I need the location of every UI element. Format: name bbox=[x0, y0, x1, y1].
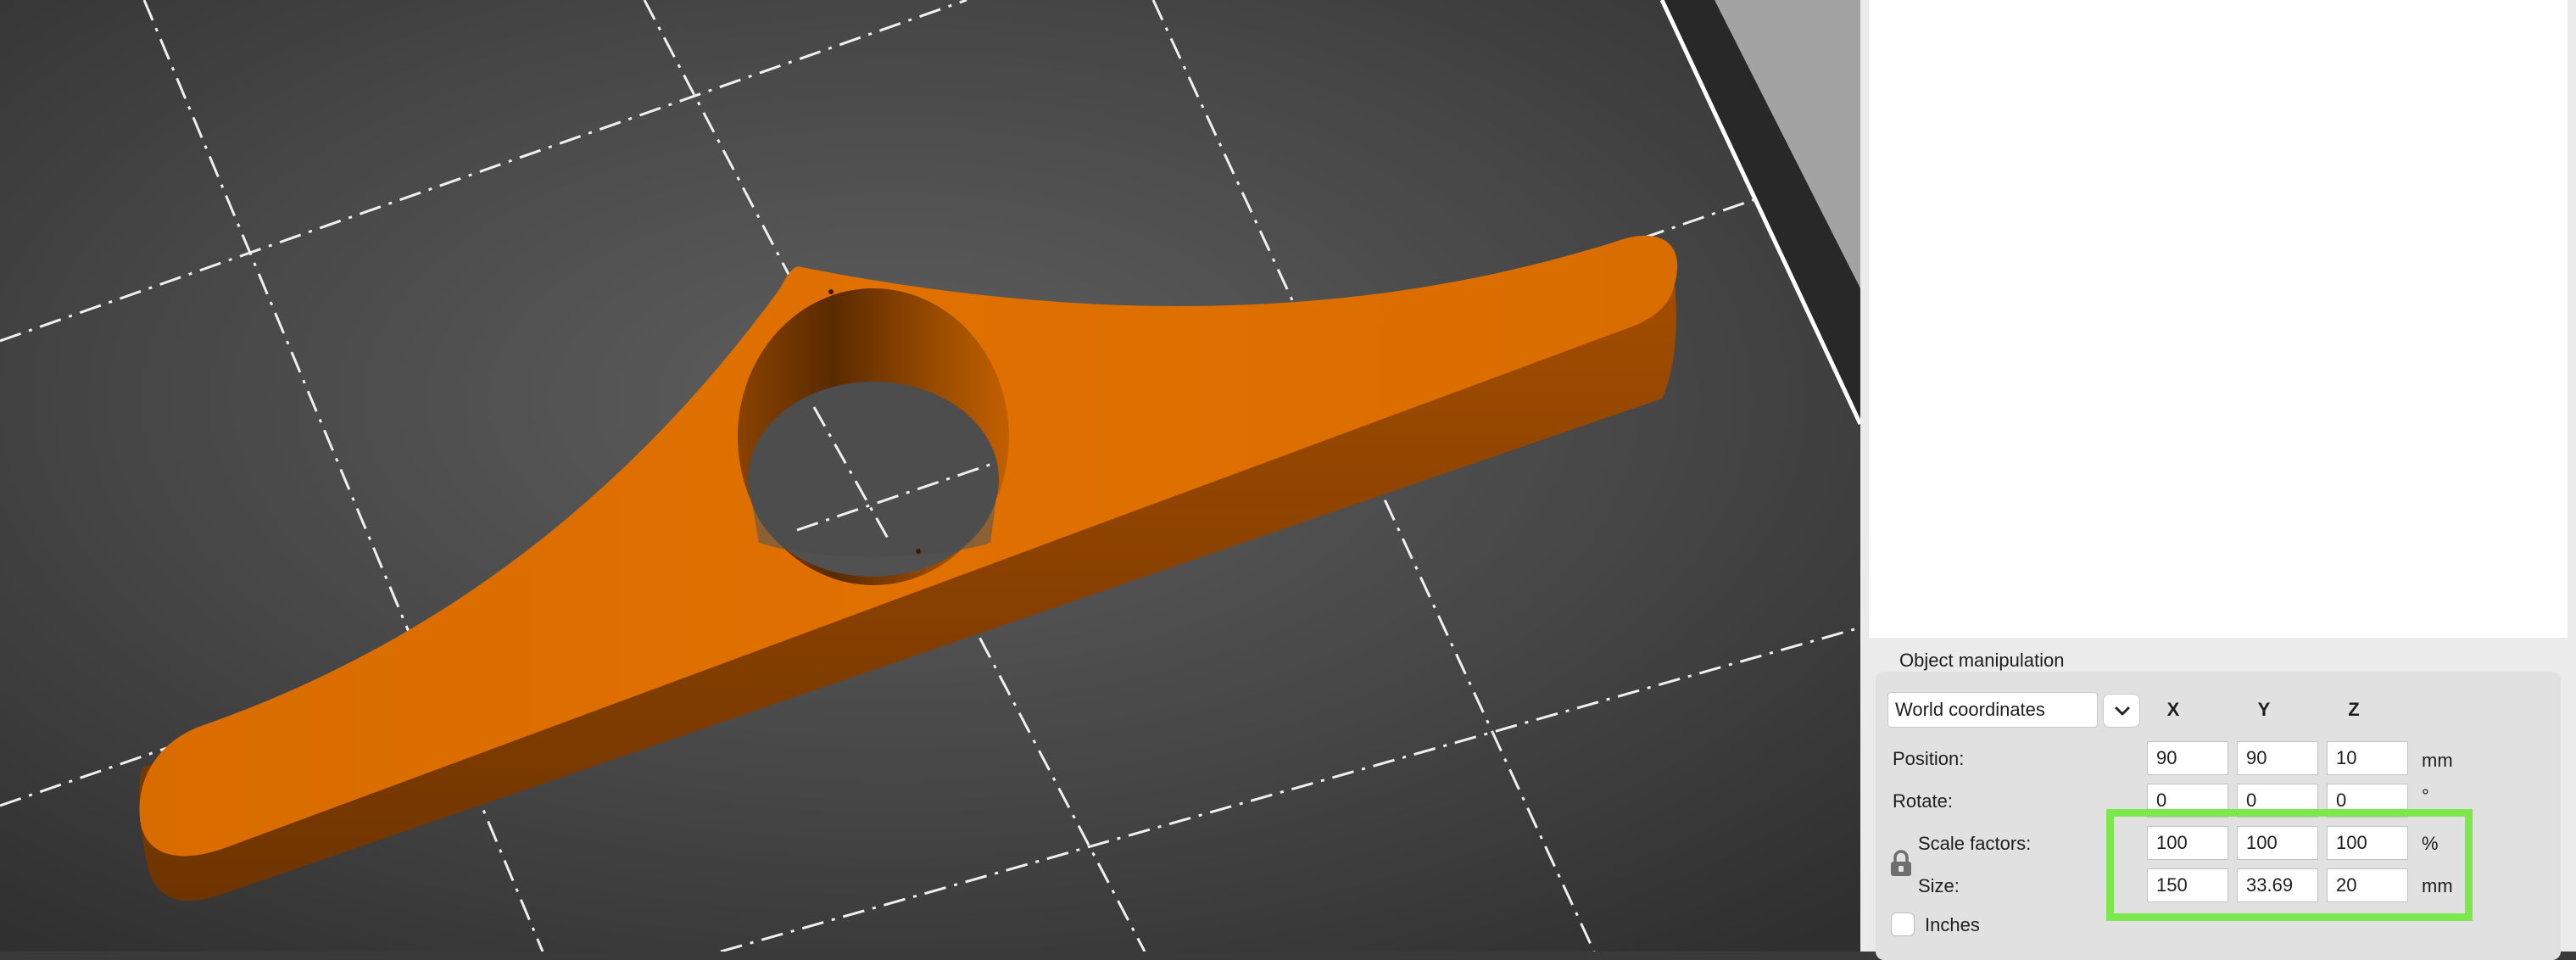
rotate-z-input[interactable] bbox=[2327, 784, 2408, 818]
seam-mark bbox=[916, 549, 921, 554]
size-z-input[interactable] bbox=[2327, 868, 2408, 902]
scale-x-input[interactable] bbox=[2147, 826, 2228, 860]
size-label: Size: bbox=[1918, 875, 1960, 896]
seam-mark bbox=[828, 289, 834, 294]
chevron-down-icon bbox=[2115, 706, 2130, 716]
lock-icon[interactable] bbox=[1889, 850, 1913, 877]
axis-label-z: Z bbox=[2348, 699, 2360, 720]
rotate-unit: ° bbox=[2422, 785, 2429, 807]
scale-factors-label: Scale factors: bbox=[1918, 833, 2032, 854]
position-unit: mm bbox=[2422, 750, 2453, 771]
size-y-input[interactable] bbox=[2237, 868, 2318, 902]
rotate-x-input[interactable] bbox=[2147, 784, 2228, 818]
viewport-canvas[interactable] bbox=[0, 0, 1860, 952]
scale-z-input[interactable] bbox=[2327, 826, 2408, 860]
size-x-input[interactable] bbox=[2147, 868, 2228, 902]
object-manipulation-title: Object manipulation bbox=[1899, 650, 2065, 671]
scale-unit: % bbox=[2422, 833, 2439, 854]
size-unit: mm bbox=[2422, 875, 2453, 896]
position-y-input[interactable] bbox=[2237, 741, 2318, 775]
axis-label-y: Y bbox=[2257, 699, 2271, 720]
coordinate-system-select[interactable]: World coordinates bbox=[1887, 692, 2098, 728]
rotate-y-input[interactable] bbox=[2237, 784, 2318, 818]
inches-label: Inches bbox=[1925, 914, 1980, 935]
rotate-label: Rotate: bbox=[1893, 790, 1953, 812]
coordinate-dropdown-button[interactable] bbox=[2103, 694, 2140, 728]
coordinate-system-value: World coordinates bbox=[1895, 699, 2045, 720]
position-x-input[interactable] bbox=[2147, 741, 2228, 775]
position-label: Position: bbox=[1893, 748, 1965, 769]
object-list-panel[interactable] bbox=[1869, 0, 2568, 638]
position-z-input[interactable] bbox=[2327, 741, 2408, 775]
axis-label-x: X bbox=[2166, 699, 2180, 720]
scale-y-input[interactable] bbox=[2237, 826, 2318, 860]
inches-checkbox[interactable] bbox=[1891, 913, 1915, 936]
3d-viewport[interactable] bbox=[0, 0, 1860, 952]
model-hole bbox=[738, 288, 1009, 585]
